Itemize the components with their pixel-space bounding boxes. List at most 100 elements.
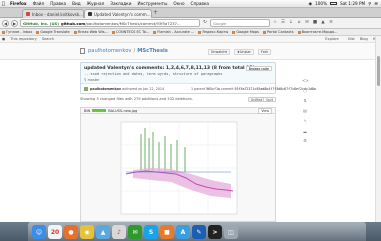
search-placeholder: Google	[213, 20, 227, 26]
shield-icon[interactable]: ▲	[320, 20, 326, 26]
bookmark-item[interactable]: Flamish - Accurate ...	[153, 30, 194, 34]
itunes-icon[interactable]: ♪	[112, 225, 126, 239]
battery-percent: 100%	[315, 1, 328, 6]
commit-box: updated Valentyn's comments: 1,2,4,6,7,8…	[80, 62, 316, 94]
navigation-bar: ◀ ▶ GitHub, Inc. (US) github.com /paulho…	[0, 18, 381, 29]
app-store-icon[interactable]: A	[176, 225, 190, 239]
chat-icon[interactable]: ✉	[304, 20, 310, 26]
bookmark-item[interactable]: Ясная Web Wis...	[74, 30, 108, 34]
apple-icon[interactable]: 	[0, 1, 7, 7]
wifi-icon[interactable]: ◉	[308, 1, 312, 6]
file-name[interactable]: BALUSS-new.jpg	[108, 109, 137, 113]
browse-code-button[interactable]: Browse code	[245, 66, 272, 71]
bookmarks-bar: Гуглим - Inbox Google Translate Ясная We…	[0, 29, 381, 36]
reading-list-icon[interactable]: ☰	[280, 20, 286, 26]
menu-tools[interactable]: Инструменты	[134, 1, 170, 6]
parent-sha[interactable]: 965cf1a	[206, 87, 220, 91]
header-link[interactable]: Gist	[348, 37, 355, 41]
repo-owner[interactable]: paulhotomenkov	[88, 48, 131, 54]
search-bar[interactable]: Google	[210, 19, 270, 27]
author-name[interactable]: paulhotomenkov	[90, 87, 121, 91]
author-line: paulhotomenkov authored on Jan 22, 2014	[90, 87, 164, 91]
bookmark-item[interactable]: Яндекс.Карты	[198, 30, 228, 34]
chrome-icon[interactable]: ◉	[80, 225, 94, 239]
clock[interactable]: Sat 1:29 PM	[340, 1, 365, 6]
firefox-icon[interactable]: ●	[64, 225, 78, 239]
menu-bookmarks[interactable]: Закладки	[107, 1, 134, 6]
url-bar[interactable]: GitHub, Inc. (US) github.com /paulhotome…	[20, 19, 200, 27]
home-icon[interactable]: ⌂	[296, 20, 302, 26]
repo-title: paulhotomenkov / MScThesis	[80, 48, 168, 54]
menu-help[interactable]: Справка	[188, 1, 212, 6]
back-icon[interactable]: ◀	[2, 19, 9, 27]
terminal-icon[interactable]: >	[208, 225, 222, 239]
header-link[interactable]: Blog	[360, 37, 368, 41]
tab-commit[interactable]: Updated Valentyn's comm... ×	[84, 9, 152, 18]
gmail-icon	[26, 12, 30, 16]
wiki-icon[interactable]: ▤	[302, 108, 308, 113]
pulse-icon[interactable]: ∿	[302, 118, 308, 123]
menu-history[interactable]: Журнал	[84, 1, 108, 6]
menu-edit[interactable]: Правка	[47, 1, 69, 6]
unstar-button[interactable]: ★ Unstar	[234, 49, 254, 55]
header-link[interactable]: This repository	[10, 37, 37, 41]
sublime-icon[interactable]: ■	[160, 225, 174, 239]
fork-label: Fork	[261, 50, 269, 54]
header-link[interactable]: Explore	[325, 37, 343, 41]
authored-date: authored on Jan 22, 2014	[122, 87, 165, 91]
bookmark-item[interactable]: CONNTECS EC To...	[112, 30, 149, 34]
forward-icon[interactable]: ▶	[11, 19, 18, 27]
github-logo-icon[interactable]: ●	[2, 37, 5, 41]
view-file-button[interactable]: View	[258, 107, 272, 114]
finder-icon[interactable]: ☺	[32, 225, 46, 239]
repo-header: paulhotomenkov / MScThesis Unwatch ▾ ★ Uns…	[0, 43, 381, 60]
parent-line: 1 parent 965cf1a commit 93f5a72371c95ad8…	[191, 87, 316, 91]
calendar-icon[interactable]: 20	[48, 225, 62, 239]
textmate-icon[interactable]: ✎	[192, 225, 206, 239]
menu-firefox[interactable]: Firefox	[7, 1, 30, 6]
tab-inbox[interactable]: Inbox - daniel.kvitkovsk... ×	[22, 9, 84, 18]
tab-label: Inbox - daniel.kvitkovsk...	[32, 11, 83, 17]
menu-window[interactable]: Окно	[170, 1, 187, 6]
split-button[interactable]: Split	[263, 97, 277, 102]
code-icon[interactable]: <>	[302, 78, 309, 83]
menu-file[interactable]: Файл	[30, 1, 48, 6]
addon-icon[interactable]: ■	[312, 20, 318, 26]
reload-icon[interactable]: ↻	[202, 20, 208, 26]
header-link[interactable]: Search	[42, 37, 54, 41]
skype-icon[interactable]: S	[144, 225, 158, 239]
unwatch-button[interactable]: Unwatch ▾	[208, 49, 231, 55]
new-tab-icon[interactable]: +	[152, 10, 159, 17]
commit-label: commit	[220, 87, 234, 91]
scrollbar-thumb[interactable]	[377, 56, 380, 86]
issues-icon[interactable]: ○	[302, 88, 308, 93]
bookmark-item[interactable]: Portal Contacts	[263, 30, 294, 34]
menu-icon[interactable]: ≡	[328, 20, 334, 26]
settings-icon[interactable]: ⚙	[302, 138, 308, 143]
bookmark-item[interactable]: Google Translate	[36, 30, 69, 34]
avatar[interactable]	[84, 87, 88, 91]
battery-icon[interactable]	[330, 2, 338, 5]
pull-requests-icon[interactable]: ⇅	[302, 98, 308, 103]
repo-name[interactable]: MScThesis	[137, 48, 168, 54]
photos-icon[interactable]: ▲	[96, 225, 110, 239]
commit-title: updated Valentyn's comments: 1,2,4,6,7,8…	[84, 66, 269, 71]
commit-meta: paulhotomenkov authored on Jan 22, 2014 …	[81, 83, 316, 93]
menu-view[interactable]: Вид	[69, 1, 84, 6]
mail-icon[interactable]: ✉	[128, 225, 142, 239]
notification-center-icon[interactable]: ☰	[374, 1, 378, 6]
download-icon[interactable]: ↓	[288, 20, 294, 26]
fork-button[interactable]: Fork	[258, 49, 272, 55]
page-scrollbar[interactable]	[375, 36, 381, 222]
trash-icon[interactable]: ◫	[224, 225, 238, 239]
url-path: /paulhotomenkov/MScThesis/commit/93f5a72…	[85, 20, 181, 26]
graphs-icon[interactable]: ▂	[302, 128, 308, 133]
github-header: ● This repository Search Explore Gist Bl…	[0, 36, 381, 43]
star-icon[interactable]: ☆	[272, 20, 278, 26]
identity-label[interactable]: GitHub, Inc. (US)	[23, 21, 59, 26]
bookmark-item[interactable]: Google Maps	[232, 30, 259, 34]
bookmark-item[interactable]: Гуглим - Inbox	[2, 30, 32, 34]
bookmark-item[interactable]: Вконтакте.Мордо...	[298, 30, 338, 34]
spotlight-icon[interactable]: ⚲	[368, 1, 371, 6]
branch-name[interactable]: master	[88, 78, 100, 82]
